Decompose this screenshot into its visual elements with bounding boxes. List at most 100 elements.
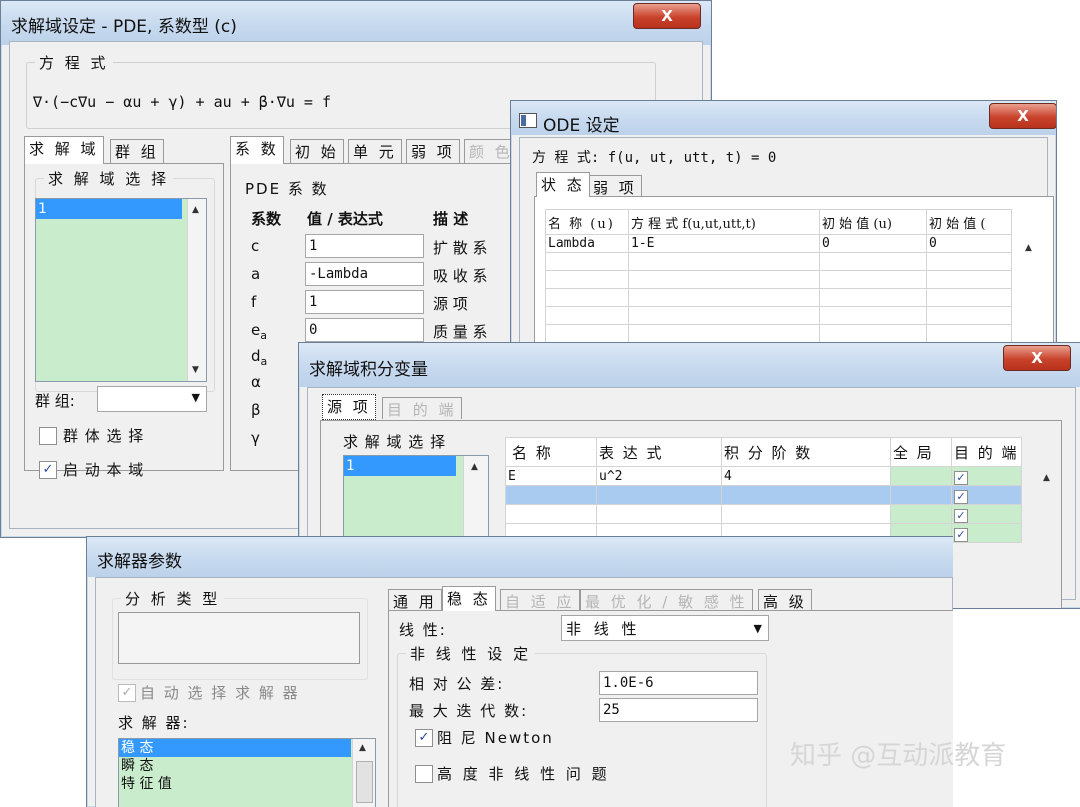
list-item[interactable]: 瞬 态 xyxy=(119,757,375,775)
tab-subdomain[interactable]: 求 解 域 xyxy=(24,136,104,164)
col-header[interactable]: 目 的 端 xyxy=(951,437,1022,467)
coef-f-input[interactable]: 1 xyxy=(305,290,424,314)
linearity-combo[interactable]: 非 线 性 ▼ xyxy=(561,615,769,641)
col-header[interactable]: 初 始 值 (u) xyxy=(819,209,927,235)
scroll-up-icon[interactable]: ▲ xyxy=(1043,473,1050,483)
pde-coef-title: PDE 系 数 xyxy=(245,180,329,198)
tab-advanced[interactable]: 高 级 xyxy=(758,589,812,611)
table-row[interactable]: ✓ xyxy=(505,504,1022,524)
equation-group-title: 方 程 式 xyxy=(35,52,113,73)
scroll-up-icon[interactable]: ▲ xyxy=(192,205,199,215)
list-item[interactable]: 1 xyxy=(36,199,182,219)
group-select-checkbox[interactable] xyxy=(39,427,57,445)
tab-init[interactable]: 初 始 xyxy=(290,139,344,164)
rel-tol-input[interactable]: 1.0E-6 xyxy=(599,671,758,695)
integration-table[interactable]: 名 称 表 达 式 积 分 阶 数 全 局 目 的 端 E u^2 4 ✓ ✓ xyxy=(505,437,1022,543)
activate-domain-label: 启 动 本 域 xyxy=(63,461,145,479)
coef-symbol: α xyxy=(251,373,261,391)
col-header[interactable]: 初 始 值 ( xyxy=(926,209,1012,235)
damped-newton-checkbox[interactable]: ✓ xyxy=(415,729,433,747)
tab-state[interactable]: 状 态 xyxy=(536,172,590,197)
tab-groups[interactable]: 群 组 xyxy=(110,139,164,164)
analysis-type-box[interactable] xyxy=(118,612,360,664)
scroll-up-icon[interactable]: ▲ xyxy=(1025,243,1032,253)
coef-ea-input[interactable]: 0 xyxy=(305,318,424,342)
destination-checkbox[interactable]: ✓ xyxy=(954,528,968,542)
scroll-thumb[interactable] xyxy=(356,761,373,803)
group-combo[interactable]: ▼ xyxy=(97,386,207,412)
scroll-up-icon[interactable]: ▲ xyxy=(471,462,478,472)
tab-source[interactable]: 源 项 xyxy=(322,394,376,420)
list-item[interactable]: 特 征 值 xyxy=(119,775,375,793)
table-cell[interactable]: 0 xyxy=(926,234,1012,253)
close-button[interactable]: X xyxy=(1003,345,1071,371)
watermark: 知乎 @互动派教育 xyxy=(790,741,1007,771)
tab-destination[interactable]: 目 的 端 xyxy=(382,397,462,419)
col-header[interactable]: 全 局 xyxy=(890,437,952,467)
col-header[interactable]: 名 称 (u) xyxy=(545,209,629,235)
rel-tol-label: 相 对 公 差: xyxy=(409,675,505,693)
list-item[interactable]: 稳 态 xyxy=(119,739,351,757)
destination-checkbox[interactable]: ✓ xyxy=(954,509,968,523)
table-cell[interactable]: 0 xyxy=(819,234,927,253)
scroll-up-icon[interactable]: ▲ xyxy=(359,743,366,753)
window-title: 求解域设定 - PDE, 系数型 (c) xyxy=(11,17,237,37)
table-row[interactable] xyxy=(545,270,1012,289)
max-iter-label: 最 大 迭 代 数: xyxy=(409,702,529,720)
table-row[interactable]: ✓ xyxy=(505,485,1022,505)
analysis-type-title: 分 析 类 型 xyxy=(121,588,225,609)
table-cell[interactable]: 4 xyxy=(721,466,891,486)
linearity-value: 非 线 性 xyxy=(566,620,641,638)
max-iter-input[interactable]: 25 xyxy=(599,698,758,722)
tab-weak[interactable]: 弱 项 xyxy=(406,139,460,164)
list-scrollbar[interactable]: ▲ ▼ xyxy=(187,199,206,381)
col-header[interactable]: 表 达 式 xyxy=(596,437,722,467)
destination-checkbox[interactable]: ✓ xyxy=(954,471,968,485)
list-scrollbar[interactable]: ▲ xyxy=(352,739,375,807)
window-title: 求解器参数 xyxy=(97,552,182,572)
coef-a-input[interactable]: -Lambda xyxy=(305,262,424,286)
coef-c-input[interactable]: 1 xyxy=(305,234,424,258)
domain-list[interactable]: 1 ▲ ▼ xyxy=(35,198,207,382)
table-row[interactable]: E u^2 4 ✓ xyxy=(505,466,1022,486)
nonlinear-settings-title: 非 线 性 设 定 xyxy=(406,643,536,664)
coef-symbol: c xyxy=(251,237,260,255)
close-button[interactable]: X xyxy=(633,3,701,29)
destination-checkbox[interactable]: ✓ xyxy=(954,490,968,504)
table-row[interactable] xyxy=(545,252,1012,271)
window-title: 求解域积分变量 xyxy=(309,360,428,380)
tab-stationary[interactable]: 稳 态 xyxy=(442,586,496,611)
table-row[interactable] xyxy=(545,324,1012,343)
title-bar[interactable]: 求解域积分变量 X xyxy=(299,343,1080,387)
title-bar[interactable]: ODE 设定 X xyxy=(511,101,1056,136)
linearity-label: 线 性: xyxy=(399,621,447,639)
title-bar[interactable]: 求解器参数 xyxy=(87,537,953,577)
table-cell[interactable]: Lambda xyxy=(545,234,629,253)
activate-domain-checkbox[interactable]: ✓ xyxy=(39,461,57,479)
table-cell[interactable]: 1-E xyxy=(628,234,820,253)
tab-element[interactable]: 单 元 xyxy=(348,139,402,164)
tab-coefficients[interactable]: 系 数 xyxy=(230,136,284,164)
table-row[interactable]: Lambda 1-E 0 0 xyxy=(545,234,1012,253)
solver-list[interactable]: 稳 态 瞬 态 特 征 值 ▲ xyxy=(118,738,376,807)
ode-table[interactable]: 名 称 (u) 方 程 式 f(u,ut,utt,t) 初 始 值 (u) 初 … xyxy=(545,209,1012,343)
tab-general[interactable]: 通 用 xyxy=(388,589,442,611)
scroll-down-icon[interactable]: ▼ xyxy=(192,365,199,375)
table-row[interactable] xyxy=(545,288,1012,307)
col-header[interactable]: 方 程 式 f(u,ut,utt,t) xyxy=(628,209,820,235)
highly-nonlinear-checkbox[interactable] xyxy=(415,765,433,783)
auto-select-solver-checkbox[interactable]: ✓ xyxy=(118,684,136,702)
table-row[interactable] xyxy=(545,306,1012,325)
highly-nonlinear-label: 高 度 非 线 性 问 题 xyxy=(437,765,610,783)
table-cell[interactable]: E xyxy=(505,466,597,486)
coef-symbol: γ xyxy=(251,429,260,447)
close-button[interactable]: X xyxy=(989,103,1056,129)
title-bar[interactable]: 求解域设定 - PDE, 系数型 (c) X xyxy=(1,1,711,45)
col-header[interactable]: 积 分 阶 数 xyxy=(721,437,891,467)
tab-weak[interactable]: 弱 项 xyxy=(588,175,642,197)
table-cell[interactable]: u^2 xyxy=(596,466,722,486)
col-header[interactable]: 名 称 xyxy=(505,437,597,467)
tab-adaptive[interactable]: 自 适 应 xyxy=(500,589,580,611)
list-item[interactable]: 1 xyxy=(344,456,456,476)
tab-optimization[interactable]: 最 优 化 / 敏 感 性 xyxy=(580,589,753,611)
